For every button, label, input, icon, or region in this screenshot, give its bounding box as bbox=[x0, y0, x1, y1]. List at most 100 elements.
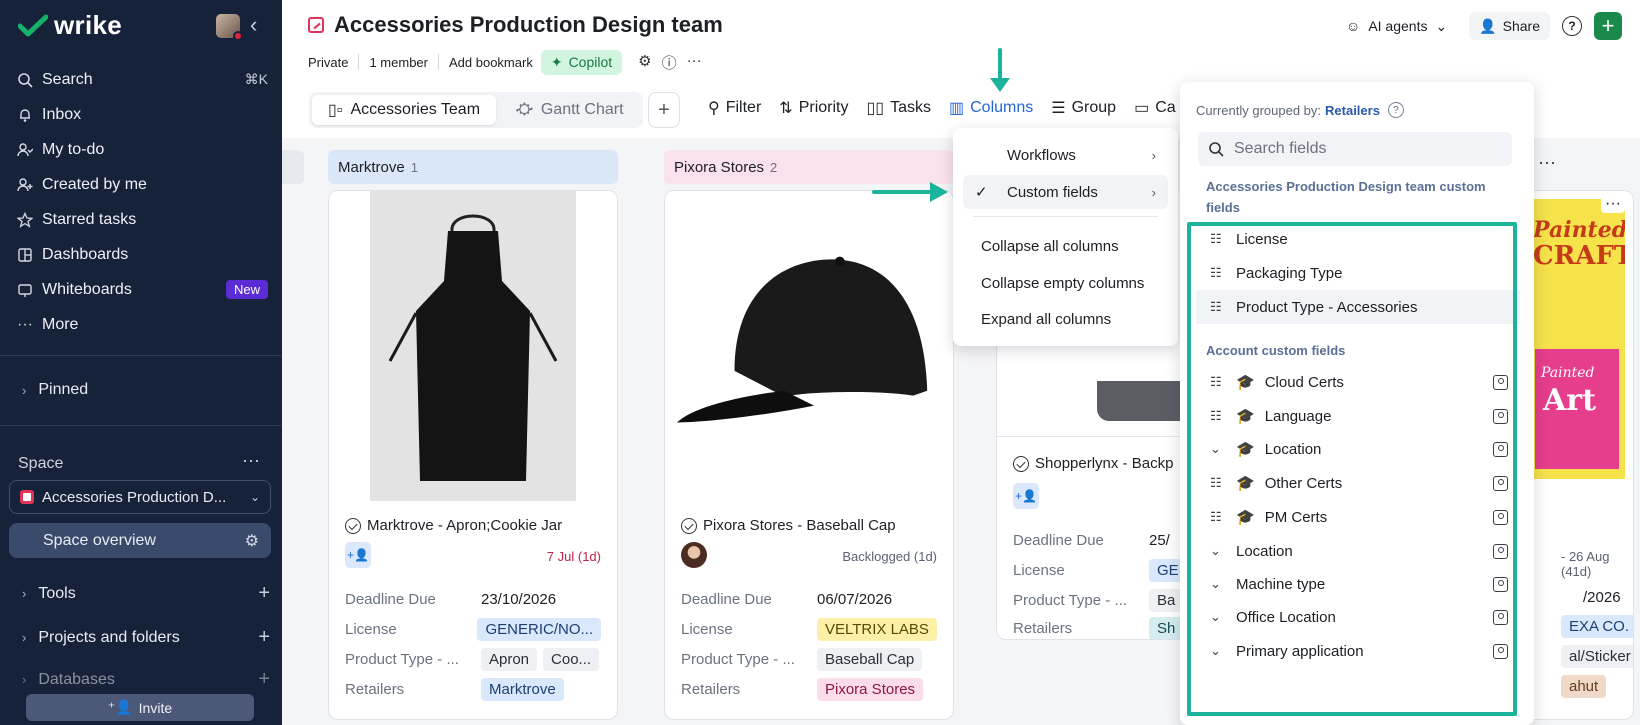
space-more-icon[interactable]: ··· bbox=[242, 450, 260, 471]
sidebar-pinned[interactable]: › Pinned bbox=[22, 381, 88, 399]
field-item-location-cert[interactable]: ⌄ 🎓 Location bbox=[1196, 432, 1520, 466]
help-icon[interactable]: ? bbox=[1562, 16, 1582, 36]
group-button[interactable]: ☰ Group bbox=[1051, 98, 1116, 118]
field-item-product-type[interactable]: ☷ Product Type - Accessories bbox=[1196, 290, 1520, 324]
task-card[interactable]: Pixora Stores - Baseball Cap Backlogged … bbox=[664, 190, 954, 720]
add-bookmark-link[interactable]: Add bookmark bbox=[449, 55, 533, 70]
field-value[interactable]: 23/10/2026 bbox=[481, 591, 556, 608]
add-view-button[interactable]: + bbox=[648, 92, 680, 128]
add-tool-icon[interactable]: + bbox=[258, 582, 270, 605]
user-avatar[interactable] bbox=[216, 14, 243, 41]
columns-button[interactable]: ▥ Columns bbox=[949, 98, 1033, 118]
sidebar-item-created-by-me[interactable]: Created by me bbox=[16, 167, 268, 202]
tab-accessories-team[interactable]: ▯▫ Accessories Team bbox=[312, 95, 497, 125]
wrike-logo[interactable]: wrike bbox=[18, 10, 122, 41]
product-type-chip[interactable]: Apron bbox=[481, 647, 538, 671]
more-icon[interactable]: ··· bbox=[687, 52, 702, 73]
tab-gantt-chart[interactable]: ⛮ Gantt Chart bbox=[500, 95, 640, 125]
sidebar-item-projects[interactable]: › Projects and folders + bbox=[22, 626, 270, 649]
star-icon bbox=[16, 211, 34, 229]
license-chip[interactable]: VELTRIX LABS bbox=[817, 617, 937, 641]
menu-item-expand-all[interactable]: Expand all columns bbox=[963, 302, 1168, 336]
license-chip[interactable]: GENERIC/NO... bbox=[477, 617, 601, 641]
product-type-chip[interactable]: al/Sticker bbox=[1561, 645, 1633, 668]
sidebar-item-tools[interactable]: › Tools + bbox=[22, 582, 270, 605]
assign-user-icon[interactable]: +👤 bbox=[1013, 483, 1039, 509]
product-type-chip[interactable]: Ba bbox=[1149, 588, 1184, 612]
product-type-chip[interactable]: Baseball Cap bbox=[817, 647, 923, 671]
space-overview-item[interactable]: Space overview ⚙ bbox=[9, 523, 271, 558]
column-header-pixora[interactable]: Pixora Stores 2 bbox=[664, 150, 954, 184]
chevron-down-icon[interactable]: ⌄ bbox=[1435, 18, 1447, 35]
search-fields-input[interactable]: Search fields bbox=[1198, 132, 1512, 166]
copilot-button[interactable]: ✦ Copilot bbox=[540, 49, 623, 75]
sidebar-item-my-todo[interactable]: My to-do bbox=[16, 132, 268, 167]
sidebar-item-more[interactable]: ··· More bbox=[16, 307, 268, 342]
column-header-marktrove[interactable]: Marktrove 1 bbox=[328, 150, 618, 184]
field-value[interactable]: 25/ bbox=[1149, 532, 1170, 549]
field-item-machine-type[interactable]: ⌄ Machine type bbox=[1196, 567, 1520, 601]
help-icon[interactable]: ? bbox=[1387, 102, 1404, 118]
sidebar-item-label: Created by me bbox=[42, 175, 147, 193]
card-title[interactable]: Pixora Stores - Baseball Cap bbox=[681, 517, 896, 534]
assign-user-icon[interactable]: +👤 bbox=[345, 542, 371, 568]
tasks-button[interactable]: ▯▯ Tasks bbox=[866, 98, 931, 118]
retailer-chip[interactable]: Sh bbox=[1149, 616, 1184, 639]
retailer-chip[interactable]: Marktrove bbox=[481, 677, 564, 701]
privacy-label[interactable]: Private bbox=[308, 55, 348, 70]
page-header: Accessories Production Design team bbox=[308, 12, 723, 38]
field-item-license[interactable]: ☷ License bbox=[1196, 222, 1520, 256]
share-button[interactable]: 👤 Share bbox=[1469, 12, 1550, 40]
task-card[interactable]: Marktrove - Apron;Cookie Jar +👤 7 Jul (1… bbox=[328, 190, 618, 720]
card-settings-button[interactable]: ▭ Ca bbox=[1134, 98, 1176, 118]
menu-item-custom-fields[interactable]: ✓ Custom fields › bbox=[963, 175, 1168, 209]
card-title[interactable]: Shopperlynx - Backp bbox=[1013, 455, 1173, 472]
field-row-license: License VELTRIX LABS bbox=[681, 616, 937, 642]
field-item-packaging-type[interactable]: ☷ Packaging Type bbox=[1196, 256, 1520, 290]
create-new-button[interactable]: + bbox=[1594, 12, 1622, 40]
license-chip[interactable]: EXA CO. bbox=[1561, 615, 1633, 638]
field-item-pm-certs[interactable]: ☷ 🎓 PM Certs bbox=[1196, 500, 1520, 534]
field-item-primary-application[interactable]: ⌄ Primary application bbox=[1196, 634, 1520, 668]
field-item-cloud-certs[interactable]: ☷ 🎓 Cloud Certs bbox=[1196, 365, 1520, 399]
ai-agents-button[interactable]: ☺ AI agents ⌄ bbox=[1336, 12, 1457, 40]
retailer-chip[interactable]: Pixora Stores bbox=[817, 677, 924, 701]
task-status-icon[interactable] bbox=[1013, 455, 1029, 472]
column-more-icon[interactable]: ··· bbox=[1538, 152, 1556, 173]
menu-item-workflows[interactable]: Workflows › bbox=[963, 138, 1168, 172]
grouped-value[interactable]: Retailers bbox=[1325, 103, 1380, 118]
field-item-language[interactable]: ☷ 🎓 Language bbox=[1196, 399, 1520, 433]
menu-item-collapse-empty[interactable]: Collapse empty columns bbox=[963, 266, 1168, 300]
retailer-chip[interactable]: ahut bbox=[1561, 675, 1607, 698]
sidebar-item-search[interactable]: Search ⌘K bbox=[16, 62, 268, 97]
graduation-cap-icon: 🎓 bbox=[1236, 509, 1255, 526]
sidebar-item-whiteboards[interactable]: Whiteboards New bbox=[16, 272, 268, 307]
priority-button[interactable]: ⇅ Priority bbox=[779, 98, 848, 118]
sidebar-item-dashboards[interactable]: Dashboards bbox=[16, 237, 268, 272]
assignee-avatar[interactable] bbox=[681, 542, 707, 568]
card-title[interactable]: Marktrove - Apron;Cookie Jar bbox=[345, 517, 562, 534]
collapsed-column[interactable] bbox=[282, 150, 304, 184]
gear-icon[interactable]: ⚙ bbox=[245, 531, 259, 551]
add-project-icon[interactable]: + bbox=[258, 626, 270, 649]
separator bbox=[438, 54, 439, 70]
field-item-other-certs[interactable]: ☷ 🎓 Other Certs bbox=[1196, 466, 1520, 500]
members-label[interactable]: 1 member bbox=[369, 55, 428, 70]
field-item-location[interactable]: ⌄ Location bbox=[1196, 534, 1520, 568]
card-more-icon[interactable]: ··· bbox=[1601, 195, 1625, 213]
field-item-office-location[interactable]: ⌄ Office Location bbox=[1196, 600, 1520, 634]
page-title[interactable]: Accessories Production Design team bbox=[334, 12, 723, 38]
collapse-sidebar-icon[interactable]: ‹ bbox=[250, 12, 257, 38]
sidebar-item-inbox[interactable]: Inbox bbox=[16, 97, 268, 132]
task-status-icon[interactable] bbox=[345, 517, 361, 534]
task-status-icon[interactable] bbox=[681, 517, 697, 534]
invite-button[interactable]: ⁺👤 Invite bbox=[26, 694, 254, 721]
filter-button[interactable]: ⚲ Filter bbox=[708, 98, 761, 118]
field-value[interactable]: 06/07/2026 bbox=[817, 591, 892, 608]
info-icon[interactable]: ⓘ bbox=[662, 52, 677, 73]
space-selector[interactable]: Accessories Production D... ⌄ bbox=[9, 480, 271, 514]
sidebar-item-starred[interactable]: Starred tasks bbox=[16, 202, 268, 237]
menu-item-collapse-all[interactable]: Collapse all columns bbox=[963, 229, 1168, 263]
product-type-chip[interactable]: Coo... bbox=[543, 647, 600, 671]
gear-icon[interactable]: ⚙ bbox=[638, 52, 651, 73]
